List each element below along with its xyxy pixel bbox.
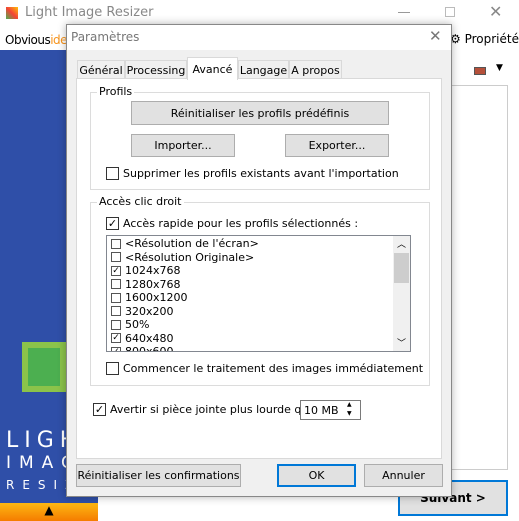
item-label: <Résolution Originale> xyxy=(125,250,255,264)
warn-checkbox[interactable]: ✓ xyxy=(93,403,106,416)
close-icon[interactable]: ✕ xyxy=(489,2,502,21)
tab-avance[interactable]: Avancé xyxy=(187,57,238,80)
dialog-title-bar: Paramètres ✕ xyxy=(67,25,451,50)
start-processing-label: Commencer le traitement des images imméd… xyxy=(123,362,424,375)
list-item[interactable]: 1280x768 xyxy=(111,278,181,291)
profiles-title: Profils xyxy=(97,85,135,98)
item-label: 800x600 xyxy=(125,345,174,352)
properties-button[interactable]: ⚙ Propriétés xyxy=(450,32,519,46)
import-button[interactable]: Importer... xyxy=(131,134,235,157)
item-checkbox[interactable] xyxy=(111,238,121,249)
export-button[interactable]: Exporter... xyxy=(285,134,389,157)
scroll-down-icon[interactable]: ﹀ xyxy=(397,336,406,349)
minimize-button[interactable] xyxy=(398,12,410,13)
tab-a-propos[interactable]: A propos xyxy=(289,60,342,79)
quick-access-checkbox[interactable]: ✓ xyxy=(106,217,119,230)
item-checkbox[interactable]: ✓ xyxy=(111,346,121,351)
app-icon xyxy=(6,7,18,19)
tab-processing[interactable]: Processing xyxy=(125,60,187,79)
size-spinner[interactable]: 10 MB ▲ ▼ xyxy=(300,400,361,420)
item-label: 1280x768 xyxy=(125,277,181,291)
reset-profiles-button[interactable]: Réinitialiser les profils prédéfinis xyxy=(131,101,389,125)
image-icon[interactable] xyxy=(474,67,486,75)
dialog-close-icon[interactable]: ✕ xyxy=(429,27,442,45)
collapse-button[interactable]: ▲ xyxy=(0,503,98,521)
item-label: 640x480 xyxy=(125,331,174,345)
tab-general[interactable]: Général xyxy=(77,60,125,79)
list-item[interactable]: <Résolution de l'écran> xyxy=(111,237,259,250)
item-checkbox[interactable]: ✓ xyxy=(111,333,121,343)
scrollbar[interactable]: ︿ ﹀ xyxy=(393,236,410,351)
maximize-button[interactable] xyxy=(445,7,455,17)
reset-confirmations-button[interactable]: Réinitialiser les confirmations xyxy=(76,464,241,487)
list-item[interactable]: 1600x1200 xyxy=(111,291,188,304)
item-label: 320x200 xyxy=(125,304,174,318)
profiles-list[interactable]: <Résolution de l'écran> <Résolution Origi… xyxy=(106,235,411,352)
item-label: 50% xyxy=(125,318,150,331)
list-item[interactable]: 50% xyxy=(111,318,149,331)
tab-langage[interactable]: Langage xyxy=(238,60,289,79)
quick-access-label: Accès rapide pour les profils sélectionn… xyxy=(123,217,359,230)
list-item[interactable]: ✓ 640x480 xyxy=(111,332,174,345)
spin-down-icon[interactable]: ▼ xyxy=(347,410,352,417)
item-label: 1600x1200 xyxy=(125,291,188,304)
scroll-up-icon[interactable]: ︿ xyxy=(397,237,406,250)
cancel-button[interactable]: Annuler xyxy=(364,464,443,487)
item-checkbox[interactable] xyxy=(111,306,121,316)
resize-logo-icon xyxy=(22,342,66,392)
list-item[interactable]: ✓ 1024x768 xyxy=(111,264,181,277)
context-title: Accès clic droit xyxy=(97,195,184,208)
item-label: 1024x768 xyxy=(125,264,181,277)
dropdown-arrow-icon[interactable]: ▼ xyxy=(496,63,503,73)
dialog-title: Paramètres xyxy=(71,30,140,44)
brand-logo: Obviousidea xyxy=(5,33,74,47)
item-label: <Résolution de l'écran> xyxy=(125,237,259,250)
list-item[interactable]: <Résolution Originale> xyxy=(111,251,254,264)
item-checkbox[interactable] xyxy=(111,279,121,289)
item-checkbox[interactable]: ✓ xyxy=(111,265,121,276)
item-checkbox[interactable] xyxy=(111,292,121,303)
item-checkbox[interactable] xyxy=(111,319,121,330)
app-title: Light Image Resizer xyxy=(25,5,154,20)
spin-up-icon[interactable]: ▲ xyxy=(347,401,352,408)
item-checkbox[interactable] xyxy=(111,252,121,262)
scroll-thumb[interactable] xyxy=(394,253,409,283)
list-item[interactable]: ✓ 800x600 xyxy=(111,345,174,352)
list-item[interactable]: 320x200 xyxy=(111,305,174,318)
warn-label: Avertir si pièce jointe plus lourde que xyxy=(110,403,316,416)
start-processing-checkbox[interactable] xyxy=(106,362,119,375)
ok-button[interactable]: OK xyxy=(277,464,356,487)
delete-profiles-label: Supprimer les profils existants avant l'… xyxy=(123,167,399,180)
size-value[interactable]: 10 MB xyxy=(304,404,339,417)
delete-profiles-checkbox[interactable] xyxy=(106,167,119,180)
